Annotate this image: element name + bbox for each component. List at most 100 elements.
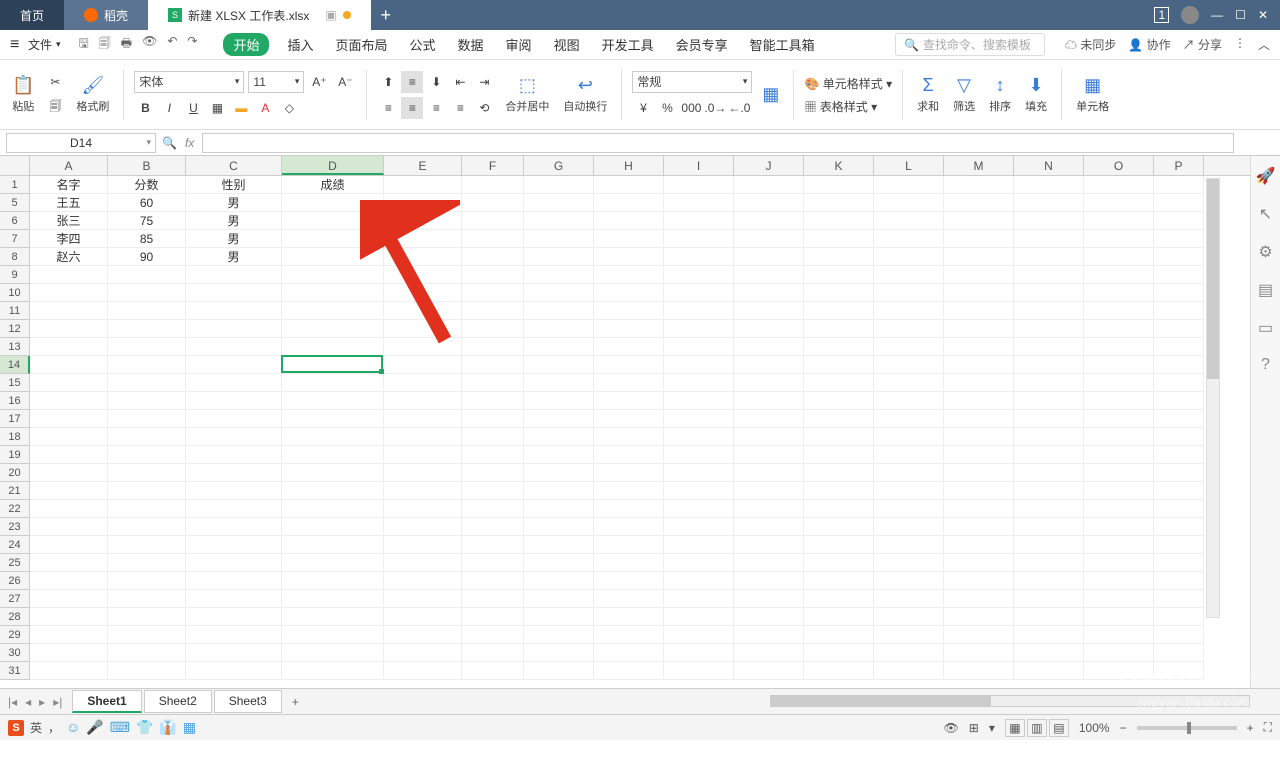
cell[interactable] (186, 302, 282, 320)
cell[interactable] (524, 590, 594, 608)
new-tab-button[interactable]: + (371, 5, 401, 26)
cell[interactable] (1014, 302, 1084, 320)
cell[interactable] (384, 338, 462, 356)
cell[interactable] (108, 266, 186, 284)
formula-input[interactable] (202, 133, 1234, 153)
cell[interactable] (1014, 176, 1084, 194)
cell[interactable] (944, 284, 1014, 302)
cell[interactable] (282, 428, 384, 446)
cell[interactable] (944, 392, 1014, 410)
cell[interactable] (524, 554, 594, 572)
cell[interactable] (664, 410, 734, 428)
cell[interactable] (462, 554, 524, 572)
cell[interactable] (282, 464, 384, 482)
cell[interactable] (874, 338, 944, 356)
cell[interactable] (874, 644, 944, 662)
row-header[interactable]: 26 (0, 572, 30, 590)
cell[interactable] (804, 284, 874, 302)
cell[interactable] (282, 410, 384, 428)
cell[interactable] (594, 410, 664, 428)
align-center-icon[interactable]: ≡ (401, 97, 423, 119)
col-header-L[interactable]: L (874, 156, 944, 175)
cell[interactable] (462, 338, 524, 356)
cell[interactable] (1014, 644, 1084, 662)
cell[interactable] (186, 662, 282, 680)
cell[interactable] (1084, 572, 1154, 590)
cell[interactable] (944, 248, 1014, 266)
col-header-H[interactable]: H (594, 156, 664, 175)
row-header[interactable]: 27 (0, 590, 30, 608)
ribbon-tab-8[interactable]: 会员专享 (672, 33, 732, 56)
cell[interactable] (384, 572, 462, 590)
ime-voice-icon[interactable]: 🎤 (86, 719, 103, 736)
cell[interactable] (1014, 464, 1084, 482)
cell[interactable] (874, 302, 944, 320)
horizontal-scrollbar[interactable] (770, 695, 1250, 707)
cell[interactable] (1154, 302, 1204, 320)
cell[interactable] (804, 644, 874, 662)
cell[interactable] (1154, 500, 1204, 518)
cell[interactable] (384, 194, 462, 212)
cell[interactable] (874, 284, 944, 302)
cell[interactable] (186, 392, 282, 410)
cell[interactable] (1014, 338, 1084, 356)
cell[interactable] (804, 554, 874, 572)
cell[interactable] (384, 284, 462, 302)
cell[interactable] (664, 572, 734, 590)
cell[interactable] (1014, 662, 1084, 680)
cell[interactable] (734, 284, 804, 302)
save-icon[interactable]: 🖫 (79, 34, 89, 55)
cell[interactable] (282, 284, 384, 302)
cell[interactable] (804, 536, 874, 554)
align-right-icon[interactable]: ≡ (425, 97, 447, 119)
cell[interactable] (282, 446, 384, 464)
cell[interactable] (664, 662, 734, 680)
cell[interactable] (462, 374, 524, 392)
row-header[interactable]: 18 (0, 428, 30, 446)
cell[interactable] (30, 482, 108, 500)
cell[interactable] (804, 464, 874, 482)
cell[interactable] (944, 500, 1014, 518)
cell[interactable] (384, 392, 462, 410)
cell[interactable] (594, 500, 664, 518)
cell[interactable] (108, 590, 186, 608)
cell[interactable] (594, 266, 664, 284)
cell[interactable] (594, 446, 664, 464)
cell[interactable] (1154, 194, 1204, 212)
cell[interactable] (524, 338, 594, 356)
cell[interactable] (944, 320, 1014, 338)
cell[interactable] (874, 518, 944, 536)
cell[interactable] (282, 266, 384, 284)
cell[interactable] (874, 500, 944, 518)
cut-icon[interactable]: ✂ (44, 71, 66, 93)
cell[interactable] (384, 464, 462, 482)
cell[interactable] (108, 338, 186, 356)
copy-icon[interactable]: 🗐 (44, 97, 66, 119)
cell[interactable] (524, 194, 594, 212)
cell[interactable] (1084, 662, 1154, 680)
col-header-C[interactable]: C (186, 156, 282, 175)
zoom-in-button[interactable]: + (1247, 721, 1254, 735)
cell[interactable] (462, 608, 524, 626)
cell[interactable] (1084, 302, 1154, 320)
font-size-select[interactable]: 11▾ (248, 71, 304, 93)
cell[interactable] (664, 644, 734, 662)
cell[interactable] (664, 356, 734, 374)
cell[interactable] (524, 212, 594, 230)
cell[interactable] (1014, 482, 1084, 500)
sheet-tab-Sheet1[interactable]: Sheet1 (72, 690, 141, 713)
row-header[interactable]: 7 (0, 230, 30, 248)
cell[interactable] (282, 194, 384, 212)
file-menu[interactable]: 文件 ▾ (10, 36, 61, 54)
cell[interactable] (186, 536, 282, 554)
cell[interactable] (524, 464, 594, 482)
cell[interactable]: 名字 (30, 176, 108, 194)
cell[interactable] (944, 302, 1014, 320)
cell[interactable] (1084, 536, 1154, 554)
cell[interactable] (594, 626, 664, 644)
cell[interactable] (594, 482, 664, 500)
cell[interactable] (30, 464, 108, 482)
tab-workbook[interactable]: S 新建 XLSX 工作表.xlsx ▣ (148, 0, 371, 30)
cell[interactable] (384, 536, 462, 554)
cell[interactable] (874, 446, 944, 464)
